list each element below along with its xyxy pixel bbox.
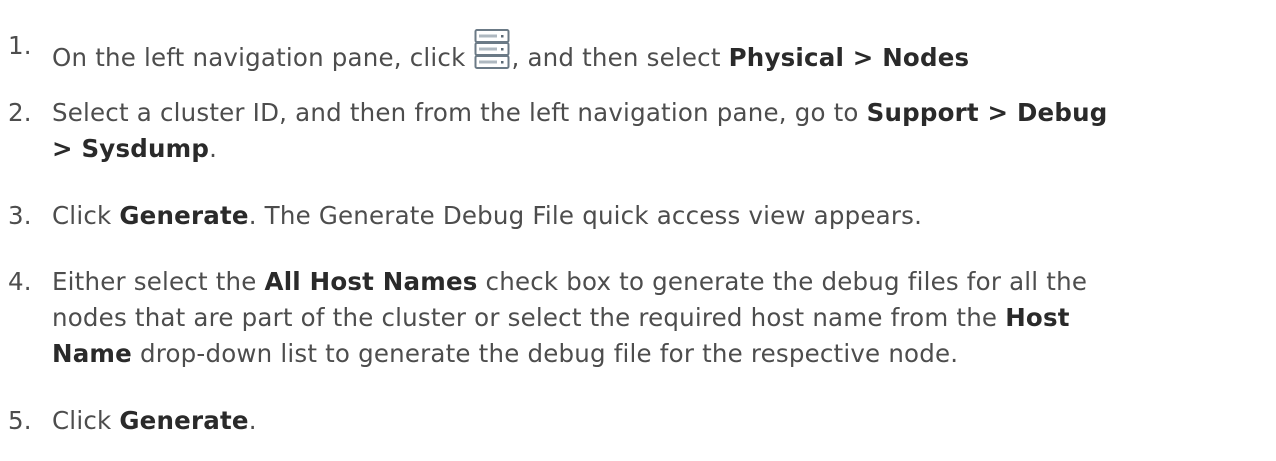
button-name: Generate: [119, 201, 249, 230]
step-text: Click Generate. The Generate Debug File …: [52, 198, 1268, 234]
menu-path: Physical > Nodes: [728, 43, 970, 72]
step-text-part: Select a cluster ID, and then from the l…: [52, 98, 867, 127]
step-text-part: check box to generate the debug files fo…: [477, 267, 1088, 296]
step-text-part: .: [209, 134, 218, 163]
menu-path: Support > Debug: [866, 98, 1108, 127]
step-number: 1.: [8, 31, 32, 60]
step-text: Click Generate.: [52, 403, 1268, 439]
step-number: 3.: [8, 201, 32, 230]
step-text-part: .: [248, 406, 257, 435]
field-name: Host: [1005, 303, 1070, 332]
step-number: 2.: [8, 98, 32, 127]
instruction-steps: 1. On the left navigation pane, click , …: [0, 0, 1276, 461]
step-text: Either select the All Host Names check b…: [52, 264, 1268, 372]
button-name: Generate: [119, 406, 249, 435]
step-text-part: . The Generate Debug File quick access v…: [248, 201, 923, 230]
step-number: 4.: [8, 267, 32, 296]
field-name: Name: [52, 339, 132, 368]
step-text: Select a cluster ID, and then from the l…: [52, 95, 1268, 167]
checkbox-name: All Host Names: [264, 267, 478, 296]
step-text-part: Either select the: [52, 267, 265, 296]
step-text-part: On the left navigation pane, click: [52, 43, 474, 72]
step-text: On the left navigation pane, click , and…: [52, 28, 1268, 76]
step-text-part: Click: [52, 201, 120, 230]
server-stack-icon: [474, 28, 510, 70]
step-text-part: nodes that are part of the cluster or se…: [52, 303, 1006, 332]
step-text-part: Click: [52, 406, 120, 435]
step-text-part: drop-down list to generate the debug fil…: [131, 339, 959, 368]
menu-path: > Sysdump: [52, 134, 210, 163]
step-number: 5.: [8, 406, 32, 435]
step-text-part: , and then select: [511, 43, 729, 72]
